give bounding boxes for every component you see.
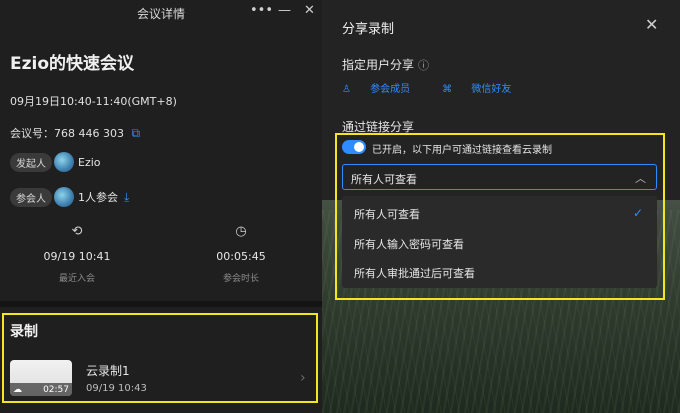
more-options-icon[interactable]: ••• — [250, 3, 273, 18]
recent-join-value: 09/19 10:41 — [43, 250, 111, 263]
chevron-right-icon[interactable]: › — [300, 370, 306, 386]
recording-section-title: 录制 — [10, 324, 38, 340]
link-share-toggle[interactable] — [342, 140, 366, 154]
option-everyone-view[interactable]: 所有人可查看 — [354, 206, 644, 222]
permission-select[interactable]: 所有人可查看 ︿ — [342, 164, 657, 190]
meeting-id-row: 会议号：768 446 303 ⧉ — [10, 125, 140, 141]
check-icon: ✓ — [632, 206, 643, 220]
option-approval-view[interactable]: 所有人审批通过后可查看 — [354, 265, 475, 281]
participants-tag: 参会人 — [10, 187, 52, 207]
history-icon: ⟲ — [71, 224, 83, 239]
minimize-icon[interactable]: — — [278, 3, 291, 18]
chevron-up-icon: ︿ — [635, 172, 646, 185]
recording-name[interactable]: 云录制1 — [86, 362, 130, 379]
download-icon[interactable]: ⤓ — [124, 190, 129, 205]
specific-users-label: 指定用户分享 — [342, 58, 415, 72]
duration-value: 00:05:45 — [216, 250, 266, 263]
copy-icon[interactable]: ⧉ — [131, 126, 140, 141]
host-tag: 发起人 — [10, 152, 52, 172]
toggle-status-text: 已开启，以下用户可通过链接查看云录制 — [372, 145, 552, 156]
participants-row: 参会人 1人参会 ⤓ — [10, 187, 129, 207]
host-avatar — [54, 152, 74, 172]
members-icon: ♙ — [342, 84, 355, 95]
recording-thumbnail[interactable]: ☁ 02:57 — [10, 360, 72, 396]
window-title: 会议详情 — [136, 7, 185, 21]
participant-avatar — [54, 187, 74, 207]
members-label: 参会成员 — [370, 84, 411, 95]
option-password-view[interactable]: 所有人输入密码可查看 — [354, 236, 464, 252]
recording-date: 09/19 10:43 — [86, 383, 147, 394]
participants-count: 1人参会 — [78, 191, 118, 204]
host-row: 发起人 Ezio — [10, 152, 101, 172]
recording-duration: 02:57 — [43, 385, 69, 395]
wechat-label: 微信好友 — [471, 84, 512, 95]
meeting-id-value: 768 446 303 — [54, 127, 124, 140]
specific-users-heading: 指定用户分享 ⓘ — [342, 56, 429, 73]
host-name: Ezio — [78, 155, 101, 169]
meeting-title: Ezio的快速会议 — [10, 54, 135, 74]
title-bar: 会议详情 ••• — ✕ — [0, 0, 322, 26]
meeting-time: 09月19日10:40-11:40(GMT+8) — [10, 95, 177, 108]
permission-dropdown: 所有人可查看 ✓ 所有人输入密码可查看 所有人审批通过后可查看 — [342, 196, 657, 288]
duration-label: 参会时长 — [222, 274, 259, 284]
share-targets: ♙ 参会成员 ⌘ 微信好友 — [342, 80, 543, 95]
meeting-details-panel: 会议详情 ••• — ✕ Ezio的快速会议 09月19日10:40-11:40… — [0, 0, 322, 413]
share-title: 分享录制 — [342, 22, 395, 37]
info-icon[interactable]: ⓘ — [418, 59, 429, 72]
cloud-icon: ☁ — [13, 385, 22, 395]
close-icon[interactable]: ✕ — [304, 3, 315, 18]
meeting-id-label: 会议号： — [10, 127, 54, 140]
recent-join-label: 最近入会 — [58, 274, 95, 284]
option-label: 所有人可查看 — [354, 208, 420, 221]
duration-stat: ◷ 00:05:45 参会时长 — [181, 224, 301, 284]
wechat-icon: ⌘ — [442, 84, 456, 95]
share-members-option[interactable]: ♙ 参会成员 — [342, 80, 426, 95]
share-wechat-option[interactable]: ⌘ 微信好友 — [442, 80, 527, 95]
share-close-icon[interactable]: ✕ — [645, 15, 658, 34]
divider — [0, 301, 322, 307]
select-value: 所有人可查看 — [351, 173, 417, 186]
clock-icon: ◷ — [235, 224, 247, 239]
recent-join-stat: ⟲ 09/19 10:41 最近入会 — [17, 224, 137, 284]
link-share-label: 通过链接分享 — [342, 120, 415, 134]
